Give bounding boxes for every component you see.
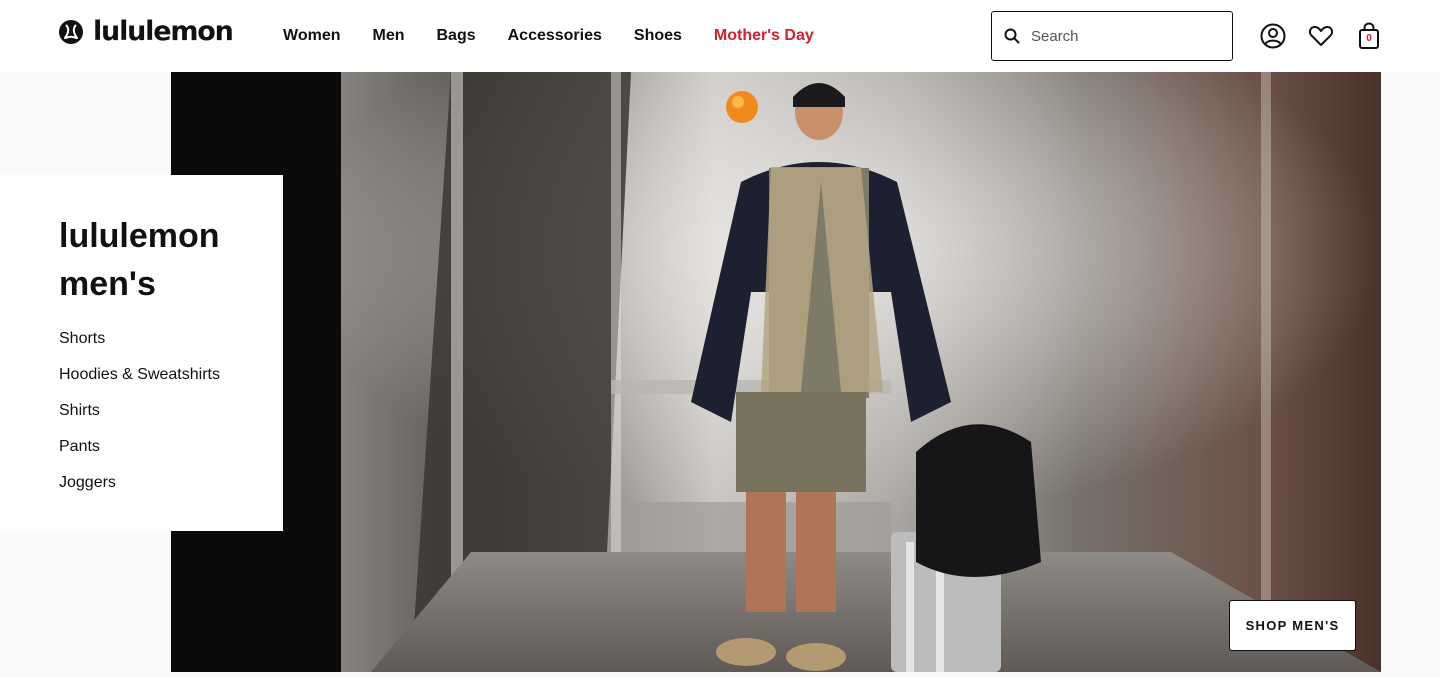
heart-icon[interactable] bbox=[1308, 23, 1334, 49]
lululemon-logo-icon bbox=[59, 20, 83, 44]
nav-accessories[interactable]: Accessories bbox=[508, 26, 602, 46]
search-box[interactable] bbox=[991, 11, 1233, 61]
nav-bags[interactable]: Bags bbox=[436, 26, 475, 46]
logo-wordmark: lululemon bbox=[93, 16, 234, 47]
lululemon-logo[interactable]: lululemon bbox=[59, 16, 234, 47]
category-link-pants[interactable]: Pants bbox=[59, 437, 220, 473]
category-link-shirts[interactable]: Shirts bbox=[59, 401, 220, 437]
bag-count: 0 bbox=[1366, 33, 1372, 44]
category-link-joggers[interactable]: Joggers bbox=[59, 473, 220, 509]
nav-shoes[interactable]: Shoes bbox=[634, 26, 682, 46]
search-input[interactable] bbox=[1031, 27, 1221, 45]
category-link-shorts[interactable]: Shorts bbox=[59, 329, 220, 365]
nav-mothers-day[interactable]: Mother's Day bbox=[714, 26, 814, 46]
account-icon[interactable] bbox=[1260, 23, 1286, 49]
main-nav: Women Men Bags Accessories Shoes Mother'… bbox=[283, 26, 814, 46]
search-icon bbox=[1004, 28, 1020, 44]
nav-women[interactable]: Women bbox=[283, 26, 340, 46]
site-header: lululemon Women Men Bags Accessories Sho… bbox=[0, 0, 1440, 72]
hero-image bbox=[171, 72, 1381, 672]
category-panel: lululemon men's Shorts Hoodies & Sweatsh… bbox=[0, 175, 283, 531]
shop-mens-button[interactable]: SHOP MEN'S bbox=[1229, 600, 1356, 651]
nav-men[interactable]: Men bbox=[372, 26, 404, 46]
shopping-bag-button[interactable]: 0 bbox=[1357, 22, 1381, 50]
hero-banner[interactable] bbox=[171, 72, 1381, 672]
category-list: Shorts Hoodies & Sweatshirts Shirts Pant… bbox=[59, 329, 220, 509]
category-link-hoodies-sweatshirts[interactable]: Hoodies & Sweatshirts bbox=[59, 365, 220, 401]
hero-heading: lululemon men's bbox=[59, 217, 220, 303]
